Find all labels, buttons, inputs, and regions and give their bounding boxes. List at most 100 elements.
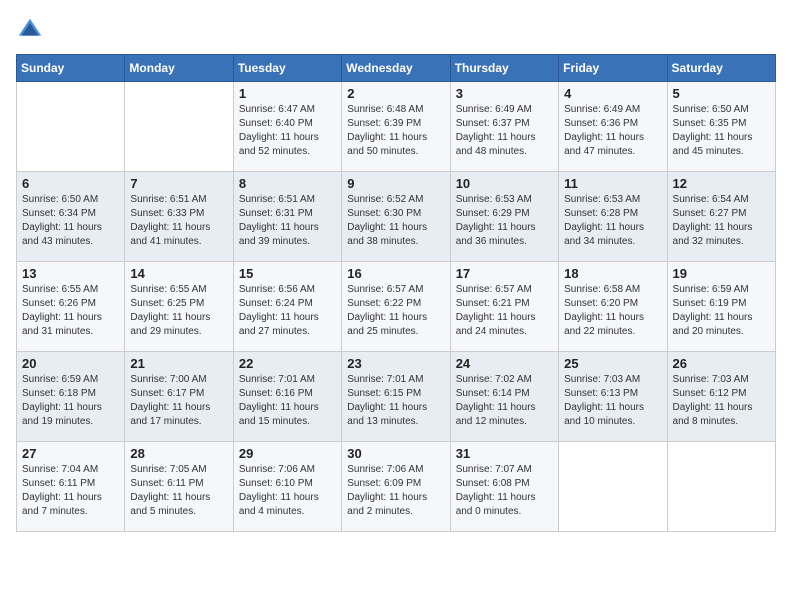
day-info: Sunrise: 7:07 AM Sunset: 6:08 PM Dayligh… — [456, 463, 553, 519]
calendar-cell: 8 Sunrise: 6:51 AM Sunset: 6:31 PM Daylig… — [233, 172, 341, 262]
calendar-cell — [125, 82, 233, 172]
day-info: Sunrise: 7:04 AM Sunset: 6:11 PM Dayligh… — [22, 463, 119, 519]
day-number: 2 — [347, 86, 444, 101]
day-number: 21 — [130, 356, 227, 371]
day-info: Sunrise: 6:57 AM Sunset: 6:21 PM Dayligh… — [456, 283, 553, 339]
day-number: 23 — [347, 356, 444, 371]
calendar-cell: 17 Sunrise: 6:57 AM Sunset: 6:21 PM Dayli… — [450, 262, 558, 352]
day-info: Sunrise: 6:50 AM Sunset: 6:35 PM Dayligh… — [673, 103, 770, 159]
calendar-cell: 29 Sunrise: 7:06 AM Sunset: 6:10 PM Dayli… — [233, 442, 341, 532]
calendar-cell: 18 Sunrise: 6:58 AM Sunset: 6:20 PM Dayli… — [559, 262, 667, 352]
day-info: Sunrise: 6:56 AM Sunset: 6:24 PM Dayligh… — [239, 283, 336, 339]
weekday-header: Saturday — [667, 55, 775, 82]
calendar-week-row: 20 Sunrise: 6:59 AM Sunset: 6:18 PM Dayli… — [17, 352, 776, 442]
day-info: Sunrise: 6:49 AM Sunset: 6:36 PM Dayligh… — [564, 103, 661, 159]
calendar-week-row: 27 Sunrise: 7:04 AM Sunset: 6:11 PM Dayli… — [17, 442, 776, 532]
weekday-header: Monday — [125, 55, 233, 82]
day-number: 10 — [456, 176, 553, 191]
calendar-cell: 24Sunrise: 7:02 AM Sunset: 6:14 PM Dayli… — [450, 352, 558, 442]
day-info: Sunrise: 6:55 AM Sunset: 6:25 PM Dayligh… — [130, 283, 227, 339]
day-number: 30 — [347, 446, 444, 461]
day-info: Sunrise: 7:06 AM Sunset: 6:10 PM Dayligh… — [239, 463, 336, 519]
day-info: Sunrise: 6:59 AM Sunset: 6:19 PM Dayligh… — [673, 283, 770, 339]
calendar-cell: 6Sunrise: 6:50 AM Sunset: 6:34 PM Daylig… — [17, 172, 125, 262]
day-number: 7 — [130, 176, 227, 191]
logo-icon — [16, 16, 44, 44]
calendar-week-row: 6Sunrise: 6:50 AM Sunset: 6:34 PM Daylig… — [17, 172, 776, 262]
weekday-header: Friday — [559, 55, 667, 82]
calendar-cell: 4 Sunrise: 6:49 AM Sunset: 6:36 PM Daylig… — [559, 82, 667, 172]
day-info: Sunrise: 7:03 AM Sunset: 6:12 PM Dayligh… — [673, 373, 770, 429]
day-number: 4 — [564, 86, 661, 101]
logo — [16, 16, 48, 44]
day-number: 1 — [239, 86, 336, 101]
calendar-cell: 5Sunrise: 6:50 AM Sunset: 6:35 PM Daylig… — [667, 82, 775, 172]
day-number: 20 — [22, 356, 119, 371]
day-info: Sunrise: 6:52 AM Sunset: 6:30 PM Dayligh… — [347, 193, 444, 249]
day-info: Sunrise: 6:49 AM Sunset: 6:37 PM Dayligh… — [456, 103, 553, 159]
day-number: 15 — [239, 266, 336, 281]
calendar-cell: 14Sunrise: 6:55 AM Sunset: 6:25 PM Dayli… — [125, 262, 233, 352]
weekday-header: Thursday — [450, 55, 558, 82]
calendar-cell: 30 Sunrise: 7:06 AM Sunset: 6:09 PM Dayli… — [342, 442, 450, 532]
weekday-header: Tuesday — [233, 55, 341, 82]
day-info: Sunrise: 6:58 AM Sunset: 6:20 PM Dayligh… — [564, 283, 661, 339]
weekday-header: Wednesday — [342, 55, 450, 82]
calendar-cell: 3 Sunrise: 6:49 AM Sunset: 6:37 PM Daylig… — [450, 82, 558, 172]
day-info: Sunrise: 6:54 AM Sunset: 6:27 PM Dayligh… — [673, 193, 770, 249]
day-number: 27 — [22, 446, 119, 461]
day-number: 12 — [673, 176, 770, 191]
day-info: Sunrise: 6:47 AM Sunset: 6:40 PM Dayligh… — [239, 103, 336, 159]
weekday-header: Sunday — [17, 55, 125, 82]
calendar-week-row: 13 Sunrise: 6:55 AM Sunset: 6:26 PM Dayli… — [17, 262, 776, 352]
calendar-cell: 31 Sunrise: 7:07 AM Sunset: 6:08 PM Dayli… — [450, 442, 558, 532]
day-info: Sunrise: 7:06 AM Sunset: 6:09 PM Dayligh… — [347, 463, 444, 519]
day-number: 28 — [130, 446, 227, 461]
day-number: 8 — [239, 176, 336, 191]
calendar-cell — [17, 82, 125, 172]
calendar-cell: 11 Sunrise: 6:53 AM Sunset: 6:28 PM Dayli… — [559, 172, 667, 262]
calendar-cell: 27 Sunrise: 7:04 AM Sunset: 6:11 PM Dayli… — [17, 442, 125, 532]
day-info: Sunrise: 6:48 AM Sunset: 6:39 PM Dayligh… — [347, 103, 444, 159]
day-number: 13 — [22, 266, 119, 281]
day-number: 6 — [22, 176, 119, 191]
calendar-cell: 25 Sunrise: 7:03 AM Sunset: 6:13 PM Dayli… — [559, 352, 667, 442]
day-number: 19 — [673, 266, 770, 281]
calendar-cell: 1 Sunrise: 6:47 AM Sunset: 6:40 PM Daylig… — [233, 82, 341, 172]
day-info: Sunrise: 7:03 AM Sunset: 6:13 PM Dayligh… — [564, 373, 661, 429]
day-info: Sunrise: 7:00 AM Sunset: 6:17 PM Dayligh… — [130, 373, 227, 429]
calendar-cell: 10 Sunrise: 6:53 AM Sunset: 6:29 PM Dayli… — [450, 172, 558, 262]
calendar-week-row: 1 Sunrise: 6:47 AM Sunset: 6:40 PM Daylig… — [17, 82, 776, 172]
day-info: Sunrise: 6:59 AM Sunset: 6:18 PM Dayligh… — [22, 373, 119, 429]
calendar-cell: 13 Sunrise: 6:55 AM Sunset: 6:26 PM Dayli… — [17, 262, 125, 352]
weekday-header-row: SundayMondayTuesdayWednesdayThursdayFrid… — [17, 55, 776, 82]
calendar-cell: 19 Sunrise: 6:59 AM Sunset: 6:19 PM Dayli… — [667, 262, 775, 352]
calendar-cell: 12 Sunrise: 6:54 AM Sunset: 6:27 PM Dayli… — [667, 172, 775, 262]
day-number: 31 — [456, 446, 553, 461]
day-number: 26 — [673, 356, 770, 371]
day-number: 25 — [564, 356, 661, 371]
calendar-cell: 21 Sunrise: 7:00 AM Sunset: 6:17 PM Dayli… — [125, 352, 233, 442]
day-info: Sunrise: 6:53 AM Sunset: 6:28 PM Dayligh… — [564, 193, 661, 249]
day-info: Sunrise: 6:57 AM Sunset: 6:22 PM Dayligh… — [347, 283, 444, 339]
day-number: 22 — [239, 356, 336, 371]
day-number: 11 — [564, 176, 661, 191]
day-number: 3 — [456, 86, 553, 101]
day-info: Sunrise: 6:51 AM Sunset: 6:33 PM Dayligh… — [130, 193, 227, 249]
day-info: Sunrise: 6:55 AM Sunset: 6:26 PM Dayligh… — [22, 283, 119, 339]
day-number: 17 — [456, 266, 553, 281]
day-number: 29 — [239, 446, 336, 461]
calendar-cell: 20 Sunrise: 6:59 AM Sunset: 6:18 PM Dayli… — [17, 352, 125, 442]
day-info: Sunrise: 7:01 AM Sunset: 6:16 PM Dayligh… — [239, 373, 336, 429]
calendar-cell — [559, 442, 667, 532]
day-info: Sunrise: 7:01 AM Sunset: 6:15 PM Dayligh… — [347, 373, 444, 429]
day-number: 9 — [347, 176, 444, 191]
calendar-cell: 23 Sunrise: 7:01 AM Sunset: 6:15 PM Dayli… — [342, 352, 450, 442]
day-number: 18 — [564, 266, 661, 281]
calendar-cell — [667, 442, 775, 532]
day-info: Sunrise: 6:51 AM Sunset: 6:31 PM Dayligh… — [239, 193, 336, 249]
calendar-cell: 7 Sunrise: 6:51 AM Sunset: 6:33 PM Daylig… — [125, 172, 233, 262]
calendar-cell: 9 Sunrise: 6:52 AM Sunset: 6:30 PM Daylig… — [342, 172, 450, 262]
day-info: Sunrise: 6:53 AM Sunset: 6:29 PM Dayligh… — [456, 193, 553, 249]
page-header — [16, 16, 776, 44]
